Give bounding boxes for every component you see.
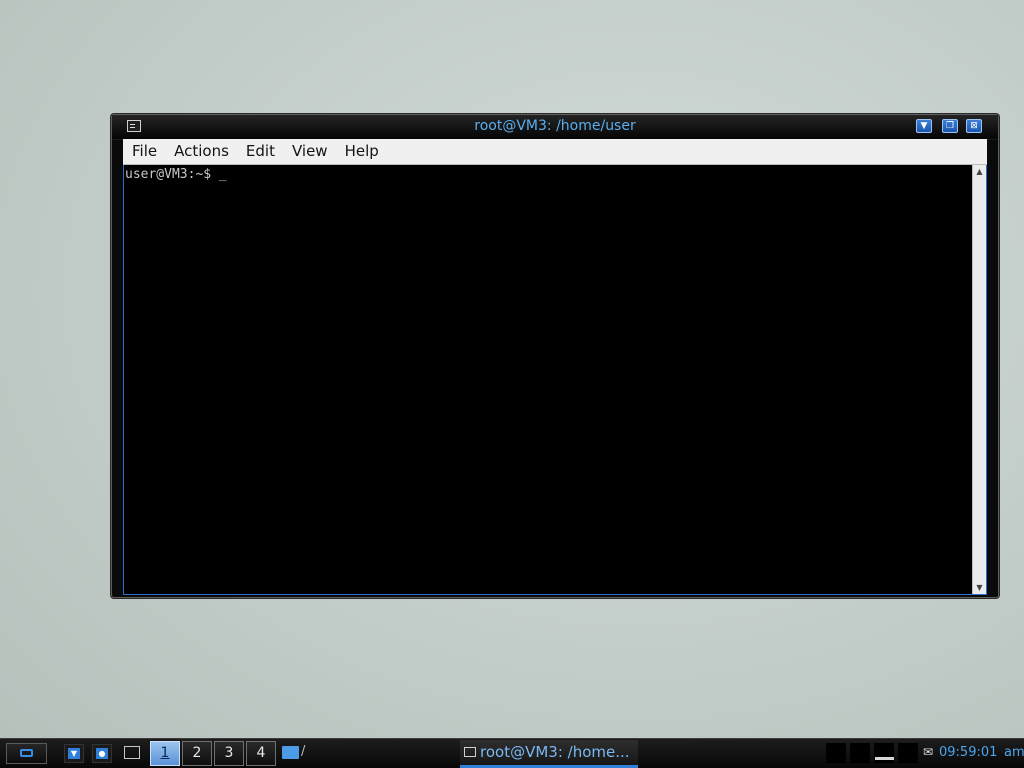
window-title: root@VM3: /home/user <box>474 118 636 134</box>
menu-icon <box>20 749 33 757</box>
desktop-1-button[interactable]: 1 <box>150 741 180 766</box>
search-icon: ● <box>96 748 108 759</box>
close-icon: ⊠ <box>970 121 978 131</box>
battery-bar-icon <box>875 757 894 760</box>
folder-icon[interactable] <box>282 746 299 759</box>
tray-slot-3[interactable] <box>874 743 894 763</box>
terminal-launcher-icon[interactable] <box>124 746 140 759</box>
maximize-button[interactable]: ❐ <box>942 119 958 133</box>
terminal-area[interactable]: user@VM3:~$ _ ▲ ▼ <box>123 165 987 595</box>
tray-slot-4[interactable] <box>898 743 918 763</box>
clock-ampm: am <box>1004 745 1024 760</box>
scroll-down-arrow-icon[interactable]: ▼ <box>973 581 986 594</box>
triangle-down-icon: ▼ <box>920 121 928 131</box>
tray-slot-2[interactable] <box>850 743 870 763</box>
task-button-terminal[interactable]: root@VM3: /home... <box>460 740 638 768</box>
search-button[interactable]: ● <box>92 744 112 763</box>
show-desktop-button[interactable]: ▼ <box>64 744 84 763</box>
scroll-up-arrow-icon[interactable]: ▲ <box>973 165 986 178</box>
mail-icon[interactable]: ✉ <box>923 745 933 759</box>
close-button[interactable]: ⊠ <box>966 119 982 133</box>
menu-actions[interactable]: Actions <box>165 139 237 164</box>
clock-time[interactable]: 09:59:01 <box>939 745 997 760</box>
vertical-scrollbar[interactable]: ▲ ▼ <box>972 165 986 594</box>
start-menu-button[interactable] <box>6 743 47 764</box>
menu-view[interactable]: View <box>283 139 336 164</box>
desktop-2-button[interactable]: 2 <box>182 741 212 766</box>
folder-path-label: / <box>301 744 306 759</box>
menu-edit[interactable]: Edit <box>237 139 283 164</box>
task-label: root@VM3: /home... <box>480 743 630 761</box>
menu-bar: File Actions Edit View Help <box>123 139 987 165</box>
minimize-button[interactable]: ▼ <box>916 119 932 133</box>
terminal-window[interactable]: root@VM3: /home/user ▼ ❐ ⊠ File Actions Ed… <box>111 114 999 598</box>
desktop-4-button[interactable]: 4 <box>246 741 276 766</box>
tray-slot-1[interactable] <box>826 743 846 763</box>
taskbar: ▼ ● 1 2 3 4 / root@VM3: /home... ✉ 09:59… <box>0 738 1024 768</box>
menu-help[interactable]: Help <box>336 139 387 164</box>
restore-icon: ❐ <box>945 121 955 131</box>
desktop-3-button[interactable]: 3 <box>214 741 244 766</box>
window-titlebar[interactable]: root@VM3: /home/user ▼ ❐ ⊠ <box>112 115 998 140</box>
terminal-icon <box>464 747 476 757</box>
triangle-down-icon: ▼ <box>68 748 80 759</box>
menu-file[interactable]: File <box>123 139 165 164</box>
terminal-prompt: user@VM3:~$ _ <box>125 167 227 182</box>
